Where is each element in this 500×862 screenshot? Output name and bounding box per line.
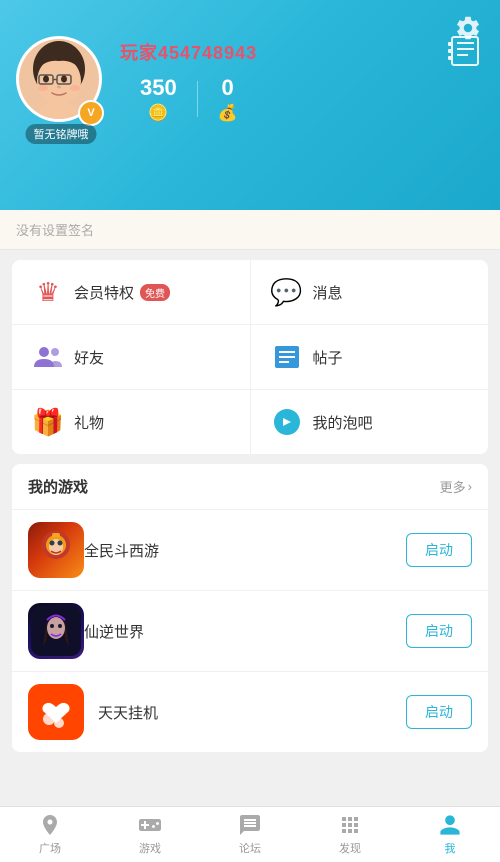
game2-launch-btn[interactable]: 启动 xyxy=(406,614,472,648)
nav-forum-label: 论坛 xyxy=(239,840,261,856)
game1-thumb xyxy=(28,522,84,578)
gift-label: 礼物 xyxy=(74,412,104,433)
nav-plaza-label: 广场 xyxy=(39,840,61,856)
svg-text:m: m xyxy=(47,723,54,732)
game2-name: 仙逆世界 xyxy=(84,621,406,642)
crown-icon: ♛ xyxy=(32,276,64,308)
menu-row-3: 🎁 礼物 我的泡吧 xyxy=(12,390,488,454)
games-header: 我的游戏 更多 › xyxy=(12,464,488,510)
menu-item-bubble[interactable]: 我的泡吧 xyxy=(250,390,489,454)
nav-item-me[interactable]: 我 xyxy=(400,807,500,862)
game-item-3: m 天天挂机 启动 xyxy=(12,672,488,752)
bubble-icon xyxy=(271,406,303,438)
stats-row: 350 🪙 0 💰 xyxy=(120,75,484,123)
games-title: 我的游戏 xyxy=(28,476,88,497)
menu-item-gift[interactable]: 🎁 礼物 xyxy=(12,390,250,454)
no-badge-label: 暂无铭牌哦 xyxy=(26,124,97,144)
game3-thumb: m xyxy=(28,684,84,740)
message-label: 消息 xyxy=(313,282,343,303)
menu-item-message[interactable]: 💬 消息 xyxy=(250,260,489,324)
bottom-nav: 广场 游戏 论坛 发现 我 xyxy=(0,806,500,862)
money-icon: 💰 xyxy=(218,103,238,123)
avatar-wrap[interactable]: V 暂无铭牌哦 xyxy=(16,36,106,126)
menu-item-friends[interactable]: 好友 xyxy=(12,325,250,389)
game-item-1: 全民斗西游 启动 xyxy=(12,510,488,591)
nav-me-label: 我 xyxy=(445,840,456,856)
coins-stat: 350 🪙 xyxy=(120,75,197,123)
nav-games-label: 游戏 xyxy=(139,840,161,856)
menu-card: ♛ 会员特权 免费 💬 消息 好友 xyxy=(12,260,488,454)
money-stat: 0 💰 xyxy=(198,75,258,123)
game3-launch-btn[interactable]: 启动 xyxy=(406,695,472,729)
nav-discover-label: 发现 xyxy=(339,840,361,856)
username: 玩家454748943 xyxy=(120,39,484,65)
games-section: 我的游戏 更多 › 全民斗西游 启动 xyxy=(12,464,488,752)
posts-icon xyxy=(271,341,303,373)
nav-item-plaza[interactable]: 广场 xyxy=(0,807,100,862)
menu-item-vip[interactable]: ♛ 会员特权 免费 xyxy=(12,260,250,324)
bubble-label: 我的泡吧 xyxy=(313,412,373,433)
nav-item-discover[interactable]: 发现 xyxy=(300,807,400,862)
menu-row-2: 好友 帖子 xyxy=(12,325,488,390)
game2-thumb xyxy=(28,603,84,659)
header: V 暂无铭牌哦 玩家454748943 xyxy=(0,0,500,210)
signature-text: 没有设置签名 xyxy=(16,223,94,238)
gift-icon: 🎁 xyxy=(32,406,64,438)
signature-bar[interactable]: 没有设置签名 xyxy=(0,210,500,250)
vip-badge: V xyxy=(78,100,104,126)
friends-icon xyxy=(32,341,64,373)
menu-row-1: ♛ 会员特权 免费 💬 消息 xyxy=(12,260,488,325)
coin-icon: 🪙 xyxy=(148,103,168,123)
profile-row: V 暂无铭牌哦 玩家454748943 xyxy=(16,0,484,126)
nav-item-forum[interactable]: 论坛 xyxy=(200,807,300,862)
nav-item-games[interactable]: 游戏 xyxy=(100,807,200,862)
game1-launch-btn[interactable]: 启动 xyxy=(406,533,472,567)
menu-item-posts[interactable]: 帖子 xyxy=(250,325,489,389)
game1-name: 全民斗西游 xyxy=(84,540,406,561)
free-badge: 免费 xyxy=(140,284,170,301)
more-link[interactable]: 更多 › xyxy=(440,477,472,496)
game-item-2: 仙逆世界 启动 xyxy=(12,591,488,672)
game3-name: 天天挂机 xyxy=(98,702,406,723)
chat-icon: 💬 xyxy=(271,276,303,308)
address-book-icon[interactable] xyxy=(448,35,484,67)
posts-label: 帖子 xyxy=(313,347,343,368)
friends-label: 好友 xyxy=(74,347,104,368)
vip-label: 会员特权 xyxy=(74,282,134,303)
